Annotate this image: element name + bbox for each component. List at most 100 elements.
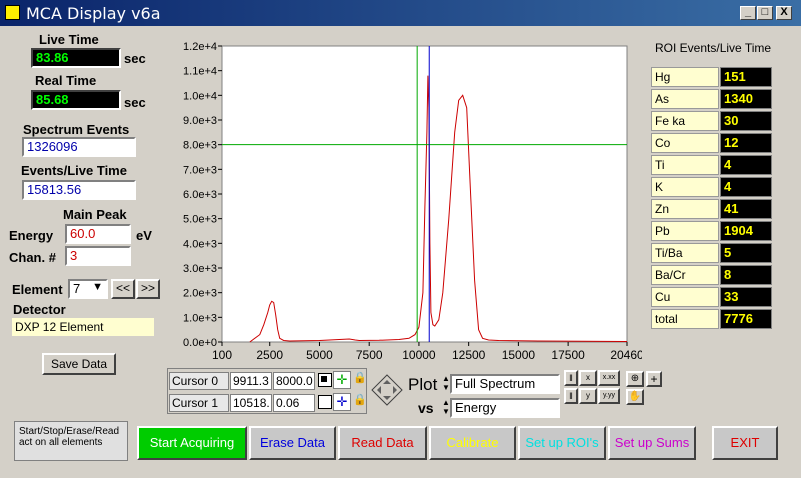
real-time-label: Real Time	[35, 73, 97, 88]
roi-name: Ba/Cr	[651, 265, 719, 285]
x-tick-label: 20460	[610, 348, 642, 362]
roi-name: total	[651, 309, 719, 329]
vs-select[interactable]: Energy	[450, 398, 560, 418]
pan-hand-icon[interactable]: ✋	[626, 389, 644, 405]
element-select[interactable]: 7 ▼	[68, 279, 108, 299]
start-acquiring-button[interactable]: Start Acquiring	[137, 426, 247, 460]
x-tick-label: 5000	[306, 348, 333, 362]
roi-name: Cu	[651, 287, 719, 307]
element-value: 7	[73, 281, 81, 296]
y-format-icon[interactable]: y.yy	[598, 388, 620, 404]
zoom-icon[interactable]: ⊕	[626, 371, 644, 387]
x-tick-label: 10000	[402, 348, 436, 362]
lock-icon[interactable]: 🔒	[353, 371, 367, 389]
sec-unit: sec	[124, 95, 146, 110]
y-tick-label: 8.0e+3	[183, 140, 217, 152]
roi-value: 151	[720, 67, 772, 87]
energy-field[interactable]: 60.0	[65, 224, 131, 244]
energy-unit: eV	[136, 228, 152, 243]
detector-field: DXP 12 Element	[12, 318, 154, 336]
cursor-1-x[interactable]: 10518.	[230, 394, 272, 412]
roi-value: 12	[720, 133, 772, 153]
x-autoscale-icon[interactable]: ‖	[564, 370, 578, 386]
prev-element-button[interactable]: <<	[111, 279, 135, 299]
element-label: Element	[12, 282, 63, 297]
minimize-button[interactable]: _	[740, 6, 756, 20]
y-tick-label: 2.0e+3	[183, 288, 217, 300]
plot-select[interactable]: Full Spectrum	[450, 374, 560, 394]
setup-sums-button[interactable]: Set up Sums	[608, 426, 696, 460]
events-live-label: Events/Live Time	[21, 163, 127, 178]
vs-spin-icon[interactable]: ▲ ▼	[442, 398, 450, 416]
y-tick-label: 1.0e+4	[183, 90, 217, 102]
plot-area	[221, 45, 628, 343]
plot-spin-icon[interactable]: ▲ ▼	[442, 374, 450, 392]
erase-data-button[interactable]: Erase Data	[249, 426, 336, 460]
cursor-1-y[interactable]: 0.06	[273, 394, 315, 412]
y-tick-label: 9.0e+3	[183, 115, 217, 127]
cursor-0-x[interactable]: 9911.3	[230, 372, 272, 390]
roi-name: Pb	[651, 221, 719, 241]
plot-label: Plot	[408, 375, 438, 394]
roi-value: 8	[720, 265, 772, 285]
roi-name: Ti	[651, 155, 719, 175]
spectrum-events-field: 1326096	[22, 137, 136, 157]
chan-label: Chan. #	[9, 250, 56, 265]
roi-value: 7776	[720, 309, 772, 329]
next-element-button[interactable]: >>	[136, 279, 160, 299]
roi-value: 4	[720, 155, 772, 175]
cursor-0-style-icon[interactable]: ✛	[333, 371, 351, 389]
roi-title: ROI Events/Live Time	[655, 41, 772, 55]
window-title: MCA Display v6a	[26, 4, 161, 23]
y-tick-label: 4.0e+3	[183, 238, 217, 250]
roi-value: 30	[720, 111, 772, 131]
energy-label: Energy	[9, 228, 54, 243]
cursor-0-y[interactable]: 8000.0	[273, 372, 315, 390]
roi-name: K	[651, 177, 719, 197]
roi-name: Zn	[651, 199, 719, 219]
cursor-1-style-icon[interactable]: ✛	[333, 393, 351, 411]
save-data-button[interactable]: Save Data	[42, 353, 116, 375]
roi-value: 1904	[720, 221, 772, 241]
x-tick-label: 15000	[502, 348, 536, 362]
roi-name: Co	[651, 133, 719, 153]
spectrum-chart[interactable]: 0.0e+01.0e+32.0e+33.0e+34.0e+35.0e+36.0e…	[166, 38, 642, 368]
lock-icon[interactable]: 🔒	[353, 393, 367, 411]
x-tick-label: 2500	[256, 348, 283, 362]
live-time-indicator: 83.86	[31, 48, 121, 68]
roi-value: 1340	[720, 89, 772, 109]
read-data-button[interactable]: Read Data	[338, 426, 427, 460]
exit-button[interactable]: EXIT	[712, 426, 778, 460]
roi-value: 4	[720, 177, 772, 197]
real-time-indicator: 85.68	[31, 90, 121, 110]
maximize-button[interactable]: □	[757, 6, 773, 20]
cursor-1-visible-checkbox[interactable]	[318, 395, 332, 409]
y-tick-label: 6.0e+3	[183, 189, 217, 201]
x-tick-label: 7500	[356, 348, 383, 362]
calibrate-button[interactable]: Calibrate	[429, 426, 516, 460]
vs-label: vs	[418, 400, 434, 416]
live-time-label: Live Time	[39, 32, 99, 47]
y-tick-label: 1.0e+3	[183, 312, 217, 324]
cursor-0-visible-checkbox[interactable]	[318, 373, 332, 387]
y-autoscale-icon[interactable]: ‖	[564, 388, 578, 404]
events-live-field: 15813.56	[22, 180, 136, 200]
spectrum-events-label: Spectrum Events	[23, 122, 130, 137]
setup-rois-button[interactable]: Set up ROI's	[518, 426, 606, 460]
x-scale-icon[interactable]: x	[579, 370, 597, 386]
chevron-down-icon: ▼	[92, 281, 103, 293]
y-scale-icon[interactable]: y	[579, 388, 597, 404]
detector-label: Detector	[13, 302, 66, 317]
cursor-1-name: Cursor 1	[169, 394, 229, 412]
main-peak-label: Main Peak	[63, 207, 127, 222]
y-tick-label: 5.0e+3	[183, 214, 217, 226]
roi-value: 33	[720, 287, 772, 307]
y-tick-label: 3.0e+3	[183, 263, 217, 275]
close-button[interactable]: X	[776, 6, 792, 20]
chan-field[interactable]: 3	[65, 246, 131, 266]
roi-name: Ti/Ba	[651, 243, 719, 263]
x-format-icon[interactable]: x.xx	[598, 370, 620, 386]
y-tick-label: 1.1e+4	[183, 66, 217, 78]
crosshair-icon[interactable]: +	[646, 371, 662, 387]
cursor-move-control[interactable]	[371, 374, 403, 406]
